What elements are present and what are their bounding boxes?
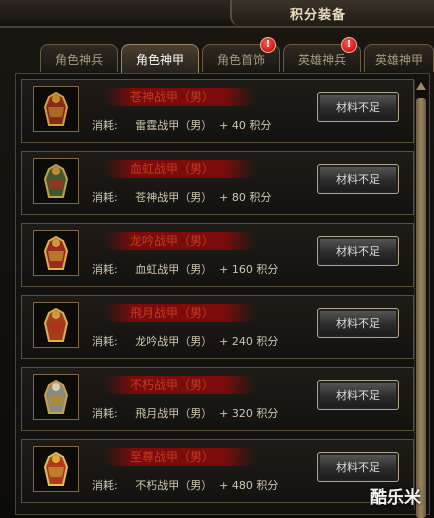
list-item: 龙吟战甲（男） 消耗: 血虹战甲（男） + 160 积分 材料不足 bbox=[21, 223, 414, 287]
insufficient-materials-button[interactable]: 材料不足 bbox=[317, 236, 399, 266]
insufficient-materials-button[interactable]: 材料不足 bbox=[317, 308, 399, 338]
list-item: 苍神战甲（男） 消耗: 雷霆战甲（男） + 40 积分 材料不足 bbox=[21, 79, 414, 143]
armor-icon[interactable] bbox=[33, 158, 79, 204]
scrollbar[interactable] bbox=[414, 80, 427, 518]
tab-hero-armor[interactable]: 英雄神甲 bbox=[364, 44, 434, 72]
item-list-panel: 苍神战甲（男） 消耗: 雷霆战甲（男） + 40 积分 材料不足 血虹战甲（男）… bbox=[15, 73, 430, 515]
item-cost: 消耗: 龙吟战甲（男） + 240 积分 bbox=[92, 335, 279, 348]
tab-role-jewelry[interactable]: 角色首饰 ! bbox=[202, 37, 280, 72]
item-cost: 消耗: 不朽战甲（男） + 480 积分 bbox=[92, 479, 279, 492]
list-item: 飛月战甲（男） 消耗: 龙吟战甲（男） + 240 积分 材料不足 bbox=[21, 295, 414, 359]
tab-role-weapon[interactable]: 角色神兵 bbox=[40, 44, 118, 72]
scroll-up-arrow-icon[interactable] bbox=[416, 82, 426, 90]
watermark: 酷乐米 bbox=[370, 488, 421, 508]
item-name: 飛月战甲（男） bbox=[104, 304, 254, 322]
item-cost: 消耗: 血虹战甲（男） + 160 积分 bbox=[92, 263, 279, 276]
tab-role-armor[interactable]: 角色神甲 bbox=[121, 44, 199, 74]
item-cost: 消耗: 飛月战甲（男） + 320 积分 bbox=[92, 407, 279, 420]
insufficient-materials-button[interactable]: 材料不足 bbox=[317, 92, 399, 122]
alert-icon: ! bbox=[341, 37, 357, 53]
window-title: 积分装备 bbox=[290, 8, 347, 23]
list-item: 不朽战甲（男） 消耗: 飛月战甲（男） + 320 积分 材料不足 bbox=[21, 367, 414, 431]
list-item: 血虹战甲（男） 消耗: 苍神战甲（男） + 80 积分 材料不足 bbox=[21, 151, 414, 215]
title-bar: 积分装备 bbox=[0, 0, 434, 28]
item-cost: 消耗: 苍神战甲（男） + 80 积分 bbox=[92, 191, 272, 204]
insufficient-materials-button[interactable]: 材料不足 bbox=[317, 380, 399, 410]
armor-icon[interactable] bbox=[33, 302, 79, 348]
insufficient-materials-button[interactable]: 材料不足 bbox=[317, 164, 399, 194]
window-frame: 积分装备 角色神兵 角色神甲 角色首饰 ! 英雄神兵 ! 英雄神甲 苍神战甲（男… bbox=[0, 0, 434, 518]
tab-label: 英雄神兵 bbox=[297, 53, 346, 67]
item-name: 龙吟战甲（男） bbox=[104, 232, 254, 250]
item-name: 苍神战甲（男） bbox=[104, 88, 254, 106]
tab-hero-weapon[interactable]: 英雄神兵 ! bbox=[283, 37, 361, 72]
insufficient-materials-button[interactable]: 材料不足 bbox=[317, 452, 399, 482]
armor-icon[interactable] bbox=[33, 374, 79, 420]
armor-icon[interactable] bbox=[33, 230, 79, 276]
armor-icon[interactable] bbox=[33, 86, 79, 132]
tab-label: 角色首饰 bbox=[216, 53, 265, 67]
item-name: 至尊战甲（男） bbox=[104, 448, 254, 466]
armor-icon[interactable] bbox=[33, 446, 79, 492]
scrollbar-thumb[interactable] bbox=[416, 98, 426, 518]
item-name: 血虹战甲（男） bbox=[104, 160, 254, 178]
item-name: 不朽战甲（男） bbox=[104, 376, 254, 394]
item-cost: 消耗: 雷霆战甲（男） + 40 积分 bbox=[92, 119, 272, 132]
list-item: 至尊战甲（男） 消耗: 不朽战甲（男） + 480 积分 材料不足 bbox=[21, 439, 414, 503]
alert-icon: ! bbox=[260, 37, 276, 53]
